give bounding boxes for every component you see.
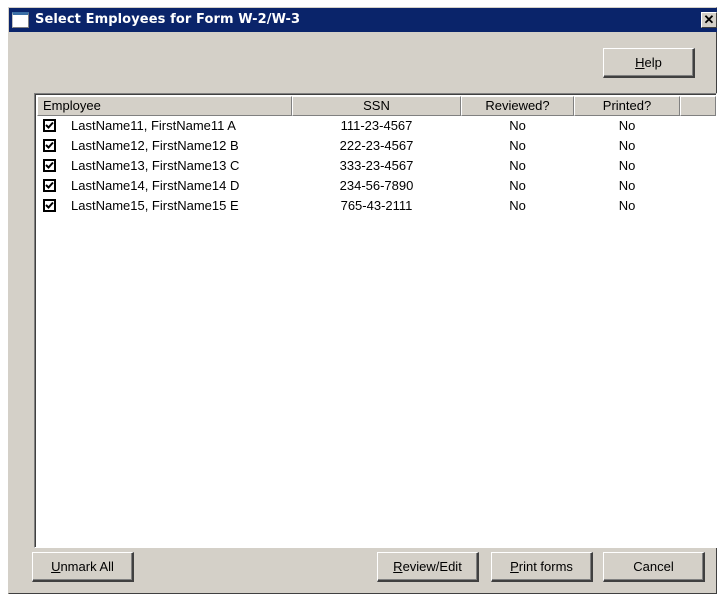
table-row[interactable]: LastName13, FirstName13 C 333-23-4567 No No: [37, 157, 716, 176]
review-edit-label-rest: eview/Edit: [402, 559, 462, 574]
column-header-printed[interactable]: Printed?: [574, 96, 680, 116]
table-row[interactable]: LastName12, FirstName12 B 222-23-4567 No No: [37, 137, 716, 156]
window-title: Select Employees for Form W-2/W-3: [35, 12, 301, 27]
cell-reviewed: No: [509, 198, 526, 213]
help-button[interactable]: Help: [603, 48, 695, 78]
row-checkbox[interactable]: [43, 179, 56, 192]
table-row[interactable]: LastName15, FirstName15 E 765-43-2111 No No: [37, 197, 716, 216]
print-forms-mnemonic: P: [510, 559, 519, 574]
cancel-button-label: Cancel: [633, 559, 674, 574]
close-icon: ✕: [703, 12, 715, 27]
employee-list[interactable]: Employee SSN Reviewed? Printed? LastName…: [34, 93, 717, 548]
unmark-all-button[interactable]: Unmark All: [32, 552, 134, 582]
cell-printed: No: [618, 158, 636, 173]
row-checkbox[interactable]: [43, 159, 56, 172]
cell-employee: LastName13, FirstName13 C: [71, 158, 240, 173]
close-button[interactable]: ✕: [701, 12, 717, 28]
column-header-filler: [680, 96, 716, 116]
review-edit-button[interactable]: Review/Edit: [377, 552, 479, 582]
column-header-reviewed-label: Reviewed?: [485, 98, 550, 113]
cell-reviewed: No: [509, 118, 526, 133]
table-row[interactable]: LastName11, FirstName11 A 111-23-4567 No No: [37, 117, 716, 136]
dialog-window: Select Employees for Form W-2/W-3 ✕ Help…: [8, 7, 717, 594]
cell-ssn: 222-23-4567: [339, 138, 414, 153]
cell-employee: LastName11, FirstName11 A: [71, 118, 236, 133]
list-header: Employee SSN Reviewed? Printed?: [37, 96, 716, 116]
checkmark-icon: [45, 181, 54, 189]
checkmark-icon: [45, 201, 54, 209]
column-header-employee-label: Employee: [43, 98, 101, 113]
title-bar[interactable]: Select Employees for Form W-2/W-3 ✕: [9, 8, 717, 32]
review-edit-mnemonic: R: [393, 559, 403, 574]
row-checkbox[interactable]: [43, 139, 56, 152]
unmark-all-label-rest: nmark All: [60, 559, 114, 574]
cell-printed: No: [618, 178, 636, 193]
cell-printed: No: [618, 198, 636, 213]
print-forms-button[interactable]: Print forms: [491, 552, 593, 582]
help-button-mnemonic: H: [635, 55, 645, 70]
cell-printed: No: [618, 118, 636, 133]
column-header-ssn-label: SSN: [363, 98, 390, 113]
column-header-reviewed[interactable]: Reviewed?: [461, 96, 574, 116]
help-button-label-rest: elp: [644, 55, 662, 70]
cell-reviewed: No: [509, 178, 526, 193]
cell-employee: LastName12, FirstName12 B: [71, 138, 239, 153]
column-header-printed-label: Printed?: [602, 98, 652, 113]
checkmark-icon: [45, 121, 54, 129]
cell-employee: LastName15, FirstName15 E: [71, 198, 239, 213]
cell-reviewed: No: [509, 158, 526, 173]
cell-reviewed: No: [509, 138, 526, 153]
cancel-button[interactable]: Cancel: [603, 552, 705, 582]
table-row[interactable]: LastName14, FirstName14 D 234-56-7890 No No: [37, 177, 716, 196]
row-checkbox[interactable]: [43, 119, 56, 132]
checkmark-icon: [45, 161, 54, 169]
column-header-ssn[interactable]: SSN: [292, 96, 461, 116]
cell-employee: LastName14, FirstName14 D: [71, 178, 240, 193]
cell-ssn: 111-23-4567: [340, 118, 413, 133]
window-icon: [12, 12, 29, 28]
cell-printed: No: [618, 138, 636, 153]
column-header-employee[interactable]: Employee: [37, 96, 292, 116]
checkmark-icon: [45, 141, 54, 149]
print-forms-label-rest: rint forms: [518, 559, 573, 574]
row-checkbox[interactable]: [43, 199, 56, 212]
cell-ssn: 765-43-2111: [340, 198, 413, 213]
cell-ssn: 333-23-4567: [339, 158, 414, 173]
cell-ssn: 234-56-7890: [339, 178, 414, 193]
